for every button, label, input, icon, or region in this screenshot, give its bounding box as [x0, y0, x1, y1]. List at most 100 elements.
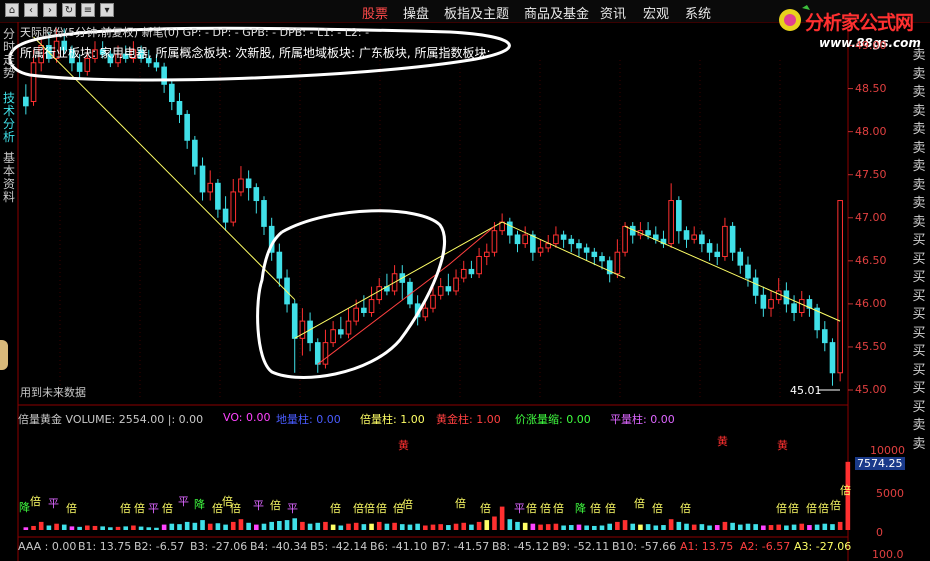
candle-body — [722, 225, 728, 258]
order-side-label: 买 — [912, 325, 926, 341]
volume-bar — [123, 526, 129, 530]
candle-body — [706, 243, 713, 253]
tab-intraday[interactable]: 分时走势 — [1, 28, 17, 80]
candle-body — [837, 200, 843, 374]
volume-signal-label: 降 — [194, 498, 205, 511]
candle-body — [261, 200, 267, 227]
order-side-label: 卖 — [912, 436, 926, 452]
volume-signal-label: 倍 — [830, 499, 841, 512]
volume-bar — [46, 525, 52, 530]
volume-bar — [630, 523, 636, 530]
candle-body — [453, 277, 459, 292]
volume-bar — [522, 522, 528, 530]
candle-body — [652, 234, 659, 240]
candle-body — [368, 299, 375, 313]
volume-signal-label: 倍 — [788, 502, 799, 515]
volume-bar — [61, 524, 67, 530]
indicator-value: B4: -40.34 — [250, 540, 308, 553]
volume-bar — [423, 525, 428, 530]
indicator-value: AAA : 0.00 — [18, 540, 77, 553]
indicator-value: A2: -6.57 — [740, 540, 791, 553]
volume-bars-layer — [23, 461, 851, 530]
volume-signal-label: 倍 — [776, 502, 787, 515]
candle-body — [729, 225, 736, 253]
candle-body — [322, 342, 329, 365]
volume-bar — [177, 524, 182, 530]
indicator-value: B8: -45.12 — [492, 540, 550, 553]
volume-signal-label: 倍 — [353, 502, 364, 515]
volume-signal-label: 平 — [514, 502, 525, 515]
candle-body — [345, 320, 352, 335]
candle-body — [514, 234, 521, 245]
candle-body — [683, 230, 690, 240]
volume-bar — [215, 523, 221, 530]
volume-signal-label: 倍 — [270, 499, 281, 512]
volume-signal-label: 黄 — [717, 435, 728, 448]
candle-body — [238, 178, 244, 193]
volume-bar — [492, 516, 497, 530]
candle-body — [468, 268, 475, 275]
candle-body — [576, 243, 582, 249]
volume-bar — [438, 524, 443, 530]
volume-bar — [307, 523, 313, 530]
volume-bar — [369, 523, 374, 530]
candle-body — [668, 200, 674, 245]
volume-signal-label: 降 — [575, 502, 586, 515]
candle-body — [583, 247, 590, 253]
volume-bar — [568, 525, 574, 530]
order-side-label: 买 — [912, 251, 926, 267]
volume-bar — [192, 522, 198, 530]
volume-bar — [837, 521, 843, 530]
indicator-value: B3: -27.06 — [190, 540, 248, 553]
volume-bar — [92, 525, 98, 530]
volume-bar — [622, 520, 628, 530]
volume-signal-label: 倍 — [330, 502, 341, 515]
volume-bar — [169, 523, 175, 530]
volume-bar — [553, 523, 559, 530]
volume-bar — [607, 523, 612, 530]
volume-header: 倍量黄金 VOLUME: 2554.00 |: 0.00 VO: 0.00 地量柱:… — [18, 411, 848, 426]
volume-signal-label: 倍 — [840, 484, 851, 497]
volume-bar — [684, 523, 689, 530]
tab-fundamentals[interactable]: 基本资料 — [1, 152, 17, 204]
volume-bar — [223, 524, 228, 530]
candle-body — [676, 200, 682, 232]
indicator-values: AAA : 0.00 B1: 13.75 B2: -6.57 B3: -27.06 B4… — [18, 540, 858, 554]
volume-signal-label: 倍 — [455, 497, 466, 510]
vol-current-value: 7574.25 — [855, 457, 905, 470]
volume-bar — [54, 523, 59, 530]
indicator-axis-100: 100.0 — [872, 548, 904, 561]
volume-bar — [453, 523, 459, 530]
candle-body — [207, 182, 214, 193]
candle-body — [798, 299, 805, 313]
volume-bar — [230, 521, 236, 530]
volume-signal-label: 平 — [178, 495, 189, 508]
price-tick-label: 45.50 — [855, 339, 887, 353]
volume-bar — [645, 524, 651, 530]
candle-body — [530, 234, 536, 253]
candle-body — [338, 329, 344, 335]
price-tick-label: 46.50 — [855, 253, 887, 267]
indicator-value: B9: -52.11 — [552, 540, 610, 553]
future-data-note: 用到未来数据 — [20, 386, 86, 399]
candle-body — [161, 66, 167, 85]
volume-bar — [323, 521, 328, 530]
candle-body — [284, 277, 290, 305]
volume-bar — [807, 525, 812, 530]
candle-body — [745, 264, 751, 279]
candle-body — [699, 234, 705, 245]
candle-body — [622, 225, 628, 253]
candle-body — [445, 286, 452, 292]
price-tick-label: 47.50 — [855, 167, 887, 181]
candle-body — [645, 230, 651, 236]
volume-bar — [592, 525, 597, 530]
volume-bar — [161, 524, 167, 530]
volume-bar — [284, 520, 290, 530]
volume-header-item: 平量柱: 0.00 — [610, 413, 675, 426]
collapse-handle[interactable] — [0, 340, 8, 370]
candle-body — [568, 238, 575, 245]
volume-bar — [599, 525, 605, 530]
volume-bar — [23, 527, 29, 530]
trend-line — [501, 221, 626, 279]
tab-technical[interactable]: 技术分析 — [1, 92, 17, 144]
